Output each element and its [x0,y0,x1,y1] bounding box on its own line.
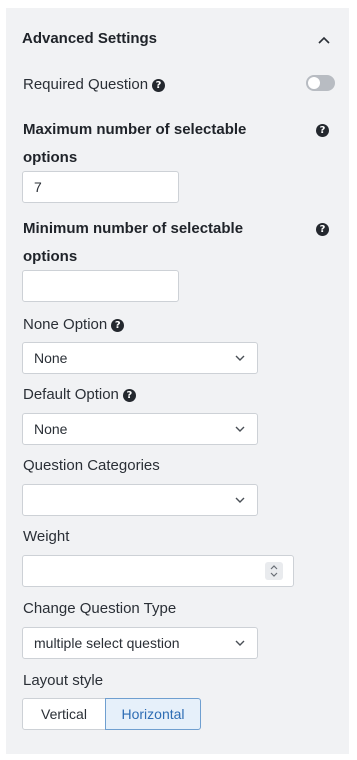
chevron-up-icon[interactable] [318,35,330,45]
chevron-down-icon [235,497,245,503]
question-circle-icon[interactable]: ? [316,124,329,137]
default-option-label: Default Option [23,386,119,403]
question-circle-icon[interactable]: ? [111,319,125,332]
min-options-input[interactable] [22,270,179,302]
toggle-knob [308,77,320,89]
max-options-input[interactable]: 7 [22,171,179,203]
none-option-value: None [34,350,68,366]
question-type-value: multiple select question [34,635,180,651]
required-question-label: Required Question [23,76,149,93]
default-option-row: Default Option? [23,386,136,403]
chevron-down-icon [235,426,245,432]
default-option-select[interactable]: None [22,413,258,445]
advanced-settings-panel: Advanced Settings Required Question? Max… [6,8,349,754]
question-type-select[interactable]: multiple select question [22,627,258,659]
weight-label: Weight [23,528,70,545]
min-options-label: Minimum number of selectable options [23,220,244,265]
question-circle-icon[interactable]: ? [122,389,136,402]
chevron-down-icon [235,640,245,646]
none-option-row: None Option? [23,316,125,333]
question-circle-icon[interactable]: ? [316,223,329,236]
required-question-row: Required Question? [23,76,166,93]
weight-input[interactable] [22,555,294,587]
layout-style-label: Layout style [23,672,104,689]
layout-vertical-button[interactable]: Vertical [22,698,106,730]
layout-horizontal-button[interactable]: Horizontal [105,698,201,730]
required-question-toggle[interactable] [306,75,335,91]
max-options-label: Maximum number of selectable options [23,121,247,166]
default-option-value: None [34,421,68,437]
question-categories-label: Question Categories [23,457,160,474]
none-option-select[interactable]: None [22,342,258,374]
question-circle-icon[interactable]: ? [152,79,166,92]
chevron-down-icon [235,355,245,361]
spinner-arrows-icon [270,565,278,577]
number-spinner[interactable] [265,562,283,580]
question-categories-select[interactable] [22,484,258,516]
none-option-label: None Option [23,316,108,333]
section-title: Advanced Settings [22,30,158,47]
question-type-label: Change Question Type [23,600,177,617]
